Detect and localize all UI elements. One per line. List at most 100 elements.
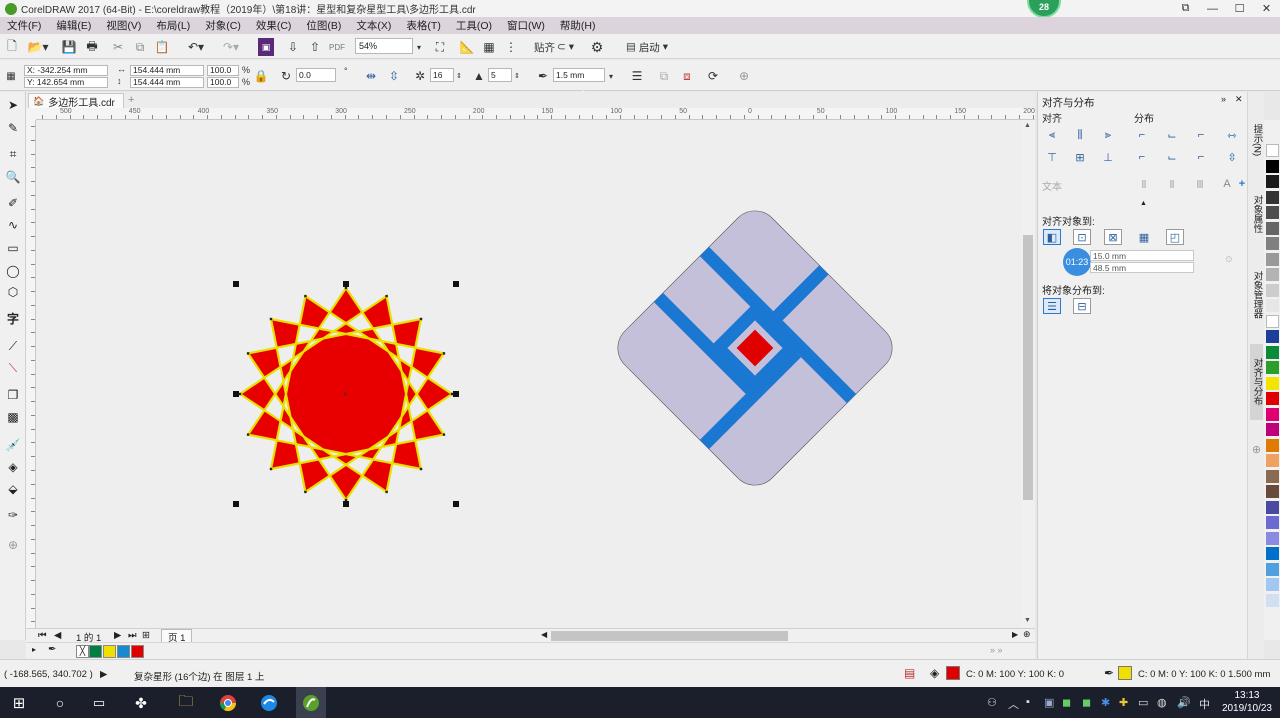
add-tab-icon[interactable]: + [128,94,134,106]
page-next-icon[interactable]: ▶ [114,630,121,641]
palette-swatch[interactable] [1266,361,1279,374]
star-node[interactable] [269,317,273,321]
maximize-button[interactable]: ☐ [1226,0,1253,17]
text-align-first-icon[interactable]: Ⅱ [1136,177,1152,191]
align-bottom-icon[interactable]: ⊥ [1100,150,1116,164]
align-right-icon[interactable]: ⫸ [1100,128,1116,142]
chevron-up-icon[interactable]: ︿ [1008,696,1019,712]
people-icon[interactable]: ⚇ [987,696,997,709]
shape-tool-icon[interactable]: ✎ [4,119,22,137]
system-clock[interactable]: 13:13 2019/10/23 [1222,689,1272,715]
palette-swatch[interactable] [1266,159,1279,173]
selection-handle[interactable] [233,281,239,287]
text-wrap-icon[interactable]: ☰ [629,67,645,85]
full-screen-icon[interactable]: ⛶ [432,38,448,56]
horizontal-scroll-thumb[interactable] [551,631,788,641]
object-origin-icon[interactable]: ▦ [3,67,19,85]
polygon-tool-icon[interactable]: ⬡ [4,283,22,301]
volume-icon[interactable]: 🔊 [1177,696,1191,709]
palette-swatch[interactable] [1266,454,1279,467]
sharpness-field[interactable]: 5 [488,68,512,82]
add-tool-icon[interactable]: ⊕ [4,536,22,554]
rotation-field[interactable]: 0.0 [296,68,336,82]
export-icon[interactable]: ⇧ [307,38,323,56]
mirror-horizontal-icon[interactable]: ⇹ [363,67,379,85]
tray-icon-1[interactable]: ▪ [1026,696,1030,708]
outline-width-field[interactable]: 1.5 mm [553,68,605,82]
outline-tool-icon[interactable]: ✑ [4,506,22,524]
scroll-down-icon[interactable]: ▼ [1024,617,1031,624]
star-node[interactable] [442,433,446,436]
palette-swatch[interactable] [1266,330,1279,343]
height-field[interactable]: 154.444 mm [130,77,204,88]
vertical-scroll-thumb[interactable] [1023,235,1033,500]
tab-align-distribute[interactable]: 对齐与分布 [1250,344,1263,420]
color-proof-icon[interactable]: ▤ [904,666,915,680]
menu-table[interactable]: 表格(T) [406,18,440,33]
snap-to-button[interactable]: 贴齐 ⊂ ▾ [530,38,578,56]
distribute-left-icon[interactable]: ⌐ [1134,128,1150,142]
palette-swatch[interactable] [1266,206,1279,219]
align-to-grid-icon[interactable]: ▦ [1135,229,1153,245]
redo-icon[interactable]: ↷▾ [217,38,245,56]
palette-swatch[interactable] [1266,485,1279,498]
cut-icon[interactable]: ✂ [110,38,126,56]
mirror-vertical-icon[interactable]: ⇳ [386,67,402,85]
align-to-active-objects-icon[interactable]: ◧ [1043,229,1061,245]
menu-edit[interactable]: 编辑(E) [56,18,91,33]
tray-icon-3[interactable]: ◼ [1062,696,1071,709]
publish-pdf-icon[interactable]: PDF [329,38,345,56]
collapse-arrow-icon[interactable]: ▲ [1140,200,1147,207]
application-launcher-button[interactable]: ▤ 启动 ▾ [616,38,678,56]
palette-swatch[interactable] [1266,345,1279,359]
minimize-button[interactable]: — [1199,0,1226,17]
selection-handle[interactable] [343,501,349,507]
align-x-field[interactable]: 15.0 mm [1090,250,1194,261]
target-point-icon[interactable]: ⊙ [1225,254,1233,265]
palette-swatch[interactable] [1266,407,1279,421]
show-rulers-icon[interactable]: 📐 [459,38,475,56]
x-position-field[interactable]: X: -342.254 mm [24,65,108,76]
selection-handle[interactable] [453,391,459,397]
battery-icon[interactable]: ▭ [1138,696,1148,709]
align-to-point-icon[interactable]: ◰ [1166,229,1184,245]
trim-icon[interactable]: ⧈ [679,67,695,85]
palette-swatch[interactable] [1266,144,1279,157]
tab-object-properties[interactable]: 对象属性 [1250,184,1263,244]
star-node[interactable] [385,294,388,298]
new-document-icon[interactable]: 🗋 [4,38,20,56]
drop-shadow-icon[interactable]: ❐ [4,386,22,404]
palette-swatch[interactable] [1266,190,1279,204]
copy-icon[interactable]: ⧉ [132,38,148,56]
star-node[interactable] [238,392,242,396]
selection-handle[interactable] [233,501,239,507]
palette-swatch[interactable] [1266,392,1279,405]
star-node[interactable] [246,433,250,436]
print-icon[interactable]: 🖶 [84,38,100,56]
interactive-fill-icon[interactable]: ◈ [4,458,22,476]
scale-y-field[interactable]: 100.0 [207,77,239,88]
menu-text[interactable]: 文本(X) [356,18,391,33]
palette-swatch[interactable] [1266,283,1279,297]
fill-color-swatch[interactable] [946,666,960,680]
distribute-top-icon[interactable]: ⌐ [1134,150,1150,164]
star-node[interactable] [419,467,423,471]
show-guidelines-icon[interactable]: ⋮ [503,38,519,56]
horizontal-ruler[interactable]: 500 450 400 350 300 250 200 150 100 50 0 50 100 150 20… [36,108,1035,120]
menu-tools[interactable]: 工具(O) [456,18,492,33]
scroll-up-icon[interactable]: ▲ [1024,122,1031,129]
text-align-last-icon[interactable]: Ⅱ [1164,177,1180,191]
text-align-box-icon[interactable]: A [1219,177,1235,191]
palette-swatch[interactable] [1266,314,1279,328]
zoom-navigator-icon[interactable]: ⊕ [1023,629,1031,640]
palette-swatch[interactable] [1266,221,1279,235]
points-field[interactable]: 16 [430,68,454,82]
align-y-field[interactable]: 48.5 mm [1090,262,1194,273]
rectangle-tool-icon[interactable]: ▭ [4,239,22,257]
align-to-page-edge-icon[interactable]: ⊡ [1073,229,1091,245]
scroll-left-icon[interactable]: ◀ [541,630,547,639]
menu-help[interactable]: 帮助(H) [560,18,596,33]
scroll-right-icon[interactable]: ▶ [1012,630,1018,639]
text-tool-icon[interactable]: 字 [4,309,22,327]
outline-width-dropdown[interactable]: ▾ [605,67,617,85]
